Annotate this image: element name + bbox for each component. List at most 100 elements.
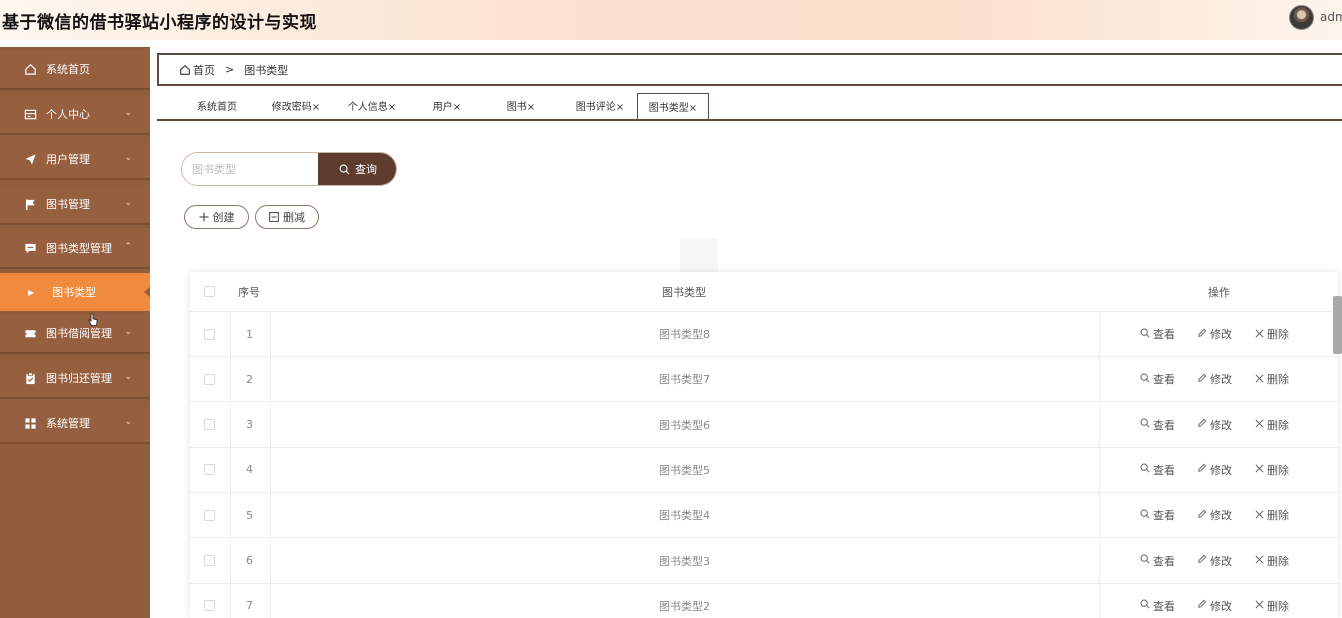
view-label: 查看 xyxy=(1153,418,1175,432)
view-button[interactable]: 查看 xyxy=(1140,371,1175,387)
chevron-down-icon: ⌄ xyxy=(124,153,132,163)
delete-label: 删除 xyxy=(1267,463,1289,477)
scrollbar[interactable] xyxy=(1333,296,1342,354)
tab-change-password[interactable]: 修改密码× xyxy=(260,93,332,118)
tab-book-comments[interactable]: 图书评论× xyxy=(561,93,639,118)
pencil-icon xyxy=(1197,418,1207,431)
column-divider xyxy=(230,312,231,356)
search-button-label: 查询 xyxy=(355,163,377,176)
column-divider xyxy=(270,447,271,492)
delete-button[interactable]: 删除 xyxy=(1255,326,1289,342)
delete-button[interactable]: 删除 xyxy=(1255,371,1289,387)
avatar[interactable] xyxy=(1289,5,1314,30)
view-button[interactable]: 查看 xyxy=(1140,417,1175,433)
user-name[interactable]: adm xyxy=(1320,10,1342,24)
row-checkbox[interactable] xyxy=(204,584,215,618)
search-button[interactable]: 查询 xyxy=(318,153,396,185)
tab-profile[interactable]: 个人信息× xyxy=(336,93,408,118)
column-divider xyxy=(1099,357,1100,402)
breadcrumb-separator: > xyxy=(225,63,235,76)
column-divider xyxy=(230,357,231,402)
column-divider xyxy=(270,357,271,402)
sidebar-item-label: 系统管理 xyxy=(46,417,90,430)
row-checkbox[interactable] xyxy=(204,539,215,583)
view-button[interactable]: 查看 xyxy=(1140,326,1175,342)
create-button-label: 创建 xyxy=(212,211,235,224)
batch-delete-button[interactable]: 删减 xyxy=(255,205,319,229)
search-input[interactable] xyxy=(182,153,318,185)
sidebar-item-borrow[interactable]: 图书借阅管理 ⌄ xyxy=(0,314,150,354)
delete-button[interactable]: 删除 xyxy=(1255,553,1289,569)
tab-books[interactable]: 图书× xyxy=(486,93,556,118)
view-label: 查看 xyxy=(1153,509,1175,523)
row-index: 1 xyxy=(246,327,253,341)
table-row: 2 图书类型7 查看 修改 删除 xyxy=(190,357,1338,403)
breadcrumb: 首页 > 图书类型 xyxy=(157,53,1342,86)
edit-button[interactable]: 修改 xyxy=(1197,598,1232,614)
edit-label: 修改 xyxy=(1210,328,1232,341)
edit-button[interactable]: 修改 xyxy=(1197,462,1232,478)
sidebar-item-label: 用户管理 xyxy=(46,153,90,166)
breadcrumb-home[interactable]: 首页 xyxy=(193,62,215,78)
view-button[interactable]: 查看 xyxy=(1140,507,1175,523)
pencil-icon xyxy=(1197,599,1207,612)
edit-label: 修改 xyxy=(1210,599,1232,613)
delete-label: 删除 xyxy=(1267,554,1289,568)
submenu-item-book-type[interactable]: ▶ 图书类型 xyxy=(0,273,150,311)
delete-label: 删除 xyxy=(1267,418,1289,432)
row-checkbox[interactable] xyxy=(204,312,215,356)
column-divider xyxy=(270,493,271,538)
search-icon xyxy=(339,164,350,174)
view-button[interactable]: 查看 xyxy=(1140,553,1175,569)
edit-button[interactable]: 修改 xyxy=(1197,507,1232,523)
edit-button[interactable]: 修改 xyxy=(1197,553,1232,569)
sidebar-item-home[interactable]: 系统首页 xyxy=(0,50,150,90)
delete-button[interactable]: 删除 xyxy=(1255,507,1289,523)
home-icon[interactable] xyxy=(179,64,191,76)
close-icon xyxy=(1255,599,1264,612)
view-button[interactable]: 查看 xyxy=(1140,598,1175,614)
delete-label: 删除 xyxy=(1267,599,1289,613)
search-icon xyxy=(1140,328,1150,341)
edit-button[interactable]: 修改 xyxy=(1197,371,1232,387)
sidebar-item-profile[interactable]: 个人中心 ⌄ xyxy=(0,95,150,135)
column-divider xyxy=(1099,312,1100,356)
chevron-down-icon: ⌄ xyxy=(124,108,132,118)
delete-button[interactable]: 删除 xyxy=(1255,462,1289,478)
tab-home[interactable]: 系统首页 xyxy=(182,93,252,118)
row-checkbox[interactable] xyxy=(204,357,215,401)
column-divider xyxy=(230,538,231,583)
sidebar-item-users[interactable]: 用户管理 ⌄ xyxy=(0,140,150,180)
row-type: 图书类型2 xyxy=(659,599,710,613)
ticket-icon xyxy=(22,327,38,340)
close-icon xyxy=(1255,328,1264,341)
chevron-up-icon: ⌃ xyxy=(124,242,132,252)
hand-cursor-icon xyxy=(88,313,98,326)
row-checkbox[interactable] xyxy=(204,448,215,492)
close-icon xyxy=(1255,373,1264,386)
header-type: 图书类型 xyxy=(662,285,706,299)
chevron-down-icon: ⌄ xyxy=(124,417,132,427)
tab-users[interactable]: 用户× xyxy=(412,93,482,118)
plus-icon xyxy=(199,212,208,222)
sidebar-item-system[interactable]: 系统管理 ⌄ xyxy=(0,404,150,444)
sidebar-item-book-types[interactable]: 图书类型管理 ⌃ xyxy=(0,229,150,269)
edit-button[interactable]: 修改 xyxy=(1197,417,1232,433)
delete-button[interactable]: 删除 xyxy=(1255,598,1289,614)
row-checkbox[interactable] xyxy=(204,493,215,537)
view-button[interactable]: 查看 xyxy=(1140,462,1175,478)
tab-book-types[interactable]: 图书类型× xyxy=(637,93,709,119)
create-button[interactable]: 创建 xyxy=(184,205,249,229)
row-index: 3 xyxy=(246,418,253,432)
message-icon xyxy=(22,242,38,255)
delete-button[interactable]: 删除 xyxy=(1255,417,1289,433)
row-checkbox[interactable] xyxy=(204,403,215,447)
pencil-icon xyxy=(1197,373,1207,386)
submenu-item-label: 图书类型 xyxy=(52,286,97,299)
select-all-checkbox[interactable] xyxy=(204,272,215,311)
sidebar-item-return[interactable]: 图书归还管理 ⌄ xyxy=(0,359,150,399)
sidebar-item-books[interactable]: 图书管理 ⌄ xyxy=(0,185,150,225)
search-icon xyxy=(1140,418,1150,431)
close-icon xyxy=(1255,418,1264,431)
edit-button[interactable]: 修改 xyxy=(1197,326,1232,342)
